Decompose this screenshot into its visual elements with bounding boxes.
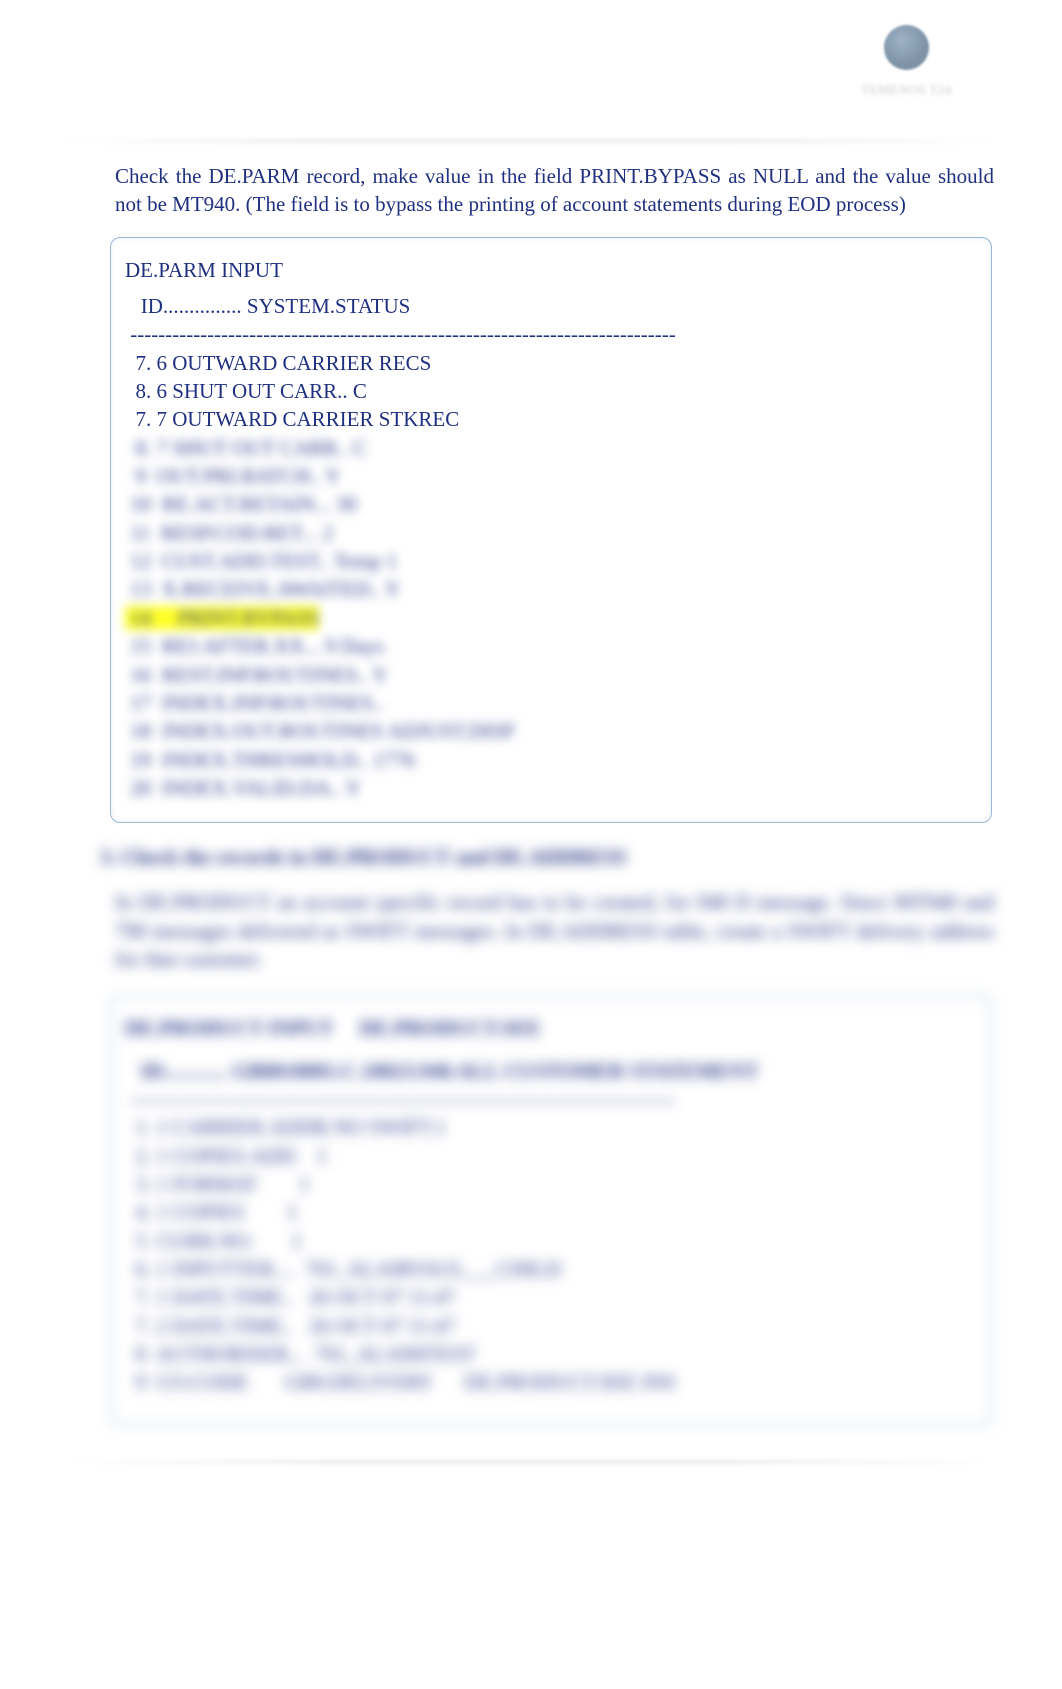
intro-paragraph: Check the DE.PARM record, make value in … (60, 162, 1002, 219)
code-line-blurred: 6. 1 INPUTTER.... 701_ALAIRVAUL___CHILD (125, 1255, 977, 1283)
code-line: 8. 6 SHUT OUT CARR.. C (125, 377, 977, 405)
code-line: 7. 7 OUTWARD CARRIER STKREC (125, 405, 977, 433)
de-product-code-block: DE.PRODUCT INPUT DE.PRODUCT.SEE ID......… (110, 995, 992, 1425)
code-line-blurred: 12 CUST.ADD.TEST.. Temp 1 (125, 547, 977, 575)
section-3-paragraph: In DE.PRODUCT an account specific record… (60, 888, 1002, 973)
code-line-blurred: 13 X.RECEIVE.AWAITED.. Y (125, 575, 977, 603)
code-line-blurred: 7. 2 DATE.TIME.. 26 OCT 07 11:47 (125, 1312, 977, 1340)
code-line-blurred: 20 INDEX.VALID.DA.. Y (125, 774, 977, 802)
footer-divider (60, 1461, 1002, 1463)
id-line-2: ID............ GB0010001.C.10023.940.ALL… (125, 1057, 977, 1085)
code-line: 7. 6 OUTWARD CARRIER RECS (125, 349, 977, 377)
divider-line-2: ----------------------------------------… (125, 1085, 977, 1113)
code-block-title: DE.PARM INPUT (125, 256, 977, 284)
de-parm-code-block: DE.PARM INPUT ID............... SYSTEM.S… (110, 237, 992, 824)
code-line-blurred: 2. 1 COPIES.ADD 1 (125, 1142, 977, 1170)
code-block-title-2: DE.PRODUCT INPUT DE.PRODUCT.SEE (125, 1014, 977, 1042)
code-line-blurred: 9 CO.CODE GB0.DELIVERY DE.PRODUCT.SEE IN… (125, 1368, 977, 1396)
code-line-blurred: 1. 1 CARRIER.ADDR.NO SWIFT.1 (125, 1113, 977, 1141)
code-line-blurred: 4. 1 COPIES 1 (125, 1198, 977, 1226)
code-line-blurred: 19 INDEX.THRESHOLD.. 1776 (125, 746, 977, 774)
brand-logo: TEMENOS T24 (861, 25, 952, 98)
code-line-blurred: 16 REST.INP.ROUTINES.. Y (125, 661, 977, 689)
code-line-blurred: 5 CURR.NO. 1 (125, 1227, 977, 1255)
header-divider (60, 140, 1002, 142)
divider-line: ----------------------------------------… (125, 320, 977, 348)
code-line-blurred: 18 INDEX.OUT.ROUTINES ADJUST.DISP (125, 717, 977, 745)
code-line-blurred: 8. 7 SHUT OUT CARR.. C (125, 434, 977, 462)
code-line-blurred: 8 AUTHORISER... 701_ALAIMTEST (125, 1340, 977, 1368)
code-line-blurred: 14 PRINT.BYPASS (125, 604, 977, 632)
logo-circle-icon (884, 25, 929, 70)
highlighted-line: 14 PRINT.BYPASS (125, 606, 319, 630)
code-line-blurred: 11 RESP.COD.RET... 2 (125, 519, 977, 547)
code-line-blurred: 9 OUT.PRI.BATCH.. Y (125, 462, 977, 490)
logo-text: TEMENOS T24 (861, 82, 952, 98)
code-line-blurred: 15 REJ.AFTER.XX... 9 Days (125, 632, 977, 660)
id-line: ID............... SYSTEM.STATUS (125, 292, 977, 320)
section-3-heading: 3. Check the records in DE.PRODUCT and D… (60, 845, 1002, 870)
code-line-blurred: 7. 1 DATE.TIME.. 26 OCT 07 11:47 (125, 1283, 977, 1311)
code-line-blurred: 3. 1 FORMAT 1 (125, 1170, 977, 1198)
code-line-blurred: 17 INDEX.INP.ROUTINES.. (125, 689, 977, 717)
code-line-blurred: 10 RE.ACT.RETAIN... 30 (125, 490, 977, 518)
